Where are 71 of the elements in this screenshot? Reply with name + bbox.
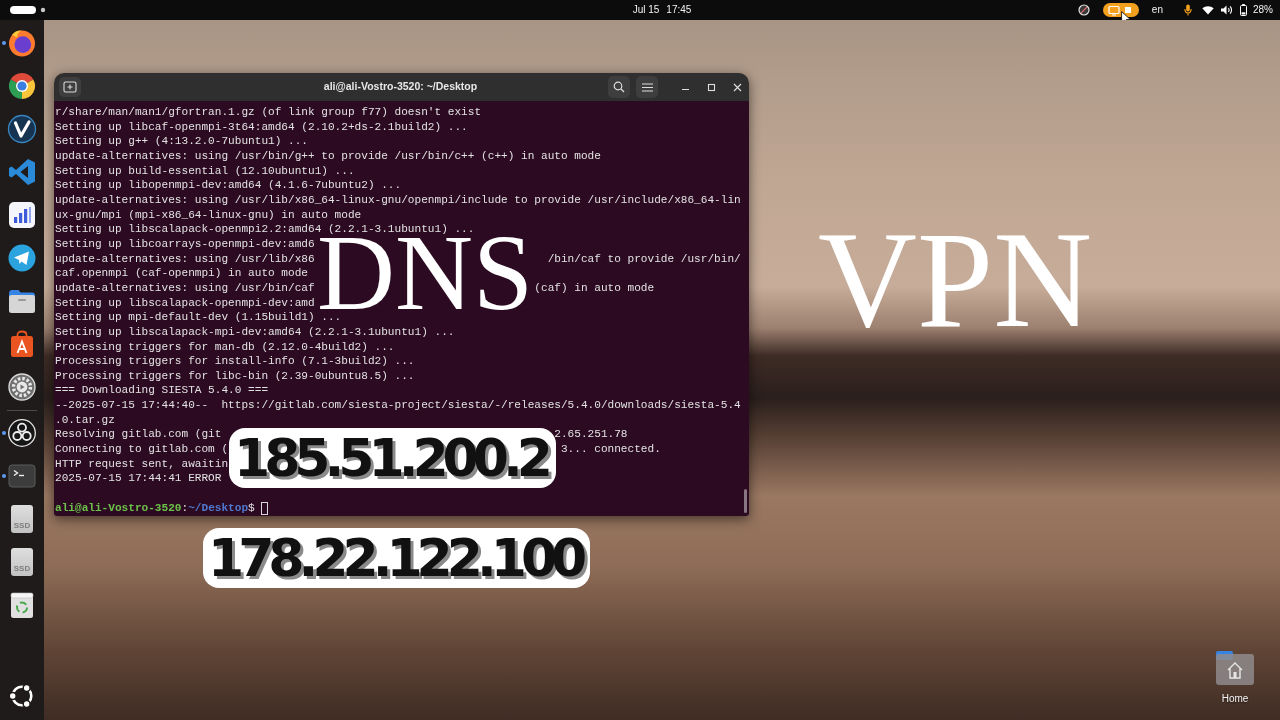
terminal-output-line: Processing triggers for install-info (7.1-3build2) ... xyxy=(55,354,415,369)
terminal-output-fragment: Resolving gitlab.com (git xyxy=(55,427,222,443)
terminal-output-line: Setting up libscalapack-openmpi2.2:amd64 (2.2.1-3.1ubuntu1) ... xyxy=(55,222,475,237)
terminal-output-fragment: update-alternatives: using /usr/bin/caf xyxy=(55,280,315,296)
desktop-icon-label[interactable]: Home xyxy=(1221,691,1249,706)
overlay-caption: 178.22.122.100 xyxy=(203,528,591,588)
overlay-caption: DNS xyxy=(317,238,534,309)
terminal-output-line: 2025-07-15 17:44:41 ERROR xyxy=(55,471,222,487)
terminal-output-line: r/share/man/man1/gfortran.1.gz (of link group f77) doesn't exist xyxy=(55,105,482,120)
new-tab-icon xyxy=(63,81,77,93)
maximize-icon[interactable] xyxy=(707,82,716,92)
volume-icon xyxy=(1221,5,1233,15)
prompt-path: ~/Desktop xyxy=(188,500,249,516)
terminal-output-fragment: 2.65.251.78 xyxy=(554,427,628,443)
microphone-icon[interactable] xyxy=(1184,4,1192,16)
input-source-button[interactable]: en xyxy=(1151,4,1163,16)
trash-icon[interactable] xyxy=(7,590,37,620)
terminal-output-line: === Downloading SIESTA 5.4.0 === xyxy=(55,383,269,399)
menu-icon xyxy=(641,82,653,92)
terminal-output-fragment: /bin/caf to provide /usr/bin/ xyxy=(547,251,741,267)
terminal-output-line: .0.tar.gz xyxy=(55,412,115,428)
code-editor-icon[interactable] xyxy=(7,157,37,187)
v-logo-icon[interactable] xyxy=(7,114,37,144)
terminal-output-fragment: update-alternatives: using /usr/lib/x86 xyxy=(55,251,315,267)
terminal-output-line: Setting up libcaf-openmpi-3t64:amd64 (2.10.2+ds-2.1build2) ... xyxy=(55,119,468,135)
prompt-separator: : xyxy=(181,500,189,516)
clock-button[interactable]: Jul 15 17:45 xyxy=(632,4,692,16)
new-tab-button[interactable] xyxy=(59,77,81,97)
window-title: ali@ali-Vostro-3520: ~/Desktop xyxy=(323,79,478,95)
paper-plane-icon[interactable] xyxy=(7,243,37,273)
terminal-output-line: caf.openmpi (caf-openmpi) in auto mode xyxy=(55,266,308,281)
status-ring-icon[interactable] xyxy=(1077,4,1090,16)
three-ring-logo-icon[interactable] xyxy=(7,418,37,448)
search-icon xyxy=(613,81,625,93)
scrollbar-thumb[interactable] xyxy=(744,489,747,513)
terminal-output-line: Setting up mpi-default-dev (1.15build1) ... xyxy=(55,310,342,325)
workspace-indicator-icon[interactable] xyxy=(10,6,46,14)
overlay-caption: VPN xyxy=(818,236,1093,326)
terminal-output-line: Setting up libcoarrays-openmpi-dev:amd6 xyxy=(55,236,315,252)
terminal-output-line: ux-gnu/mpi (mpi-x86_64-linux-gnu) in auto mode xyxy=(55,207,362,223)
terminal-output-line: --2025-07-15 17:44:40-- https://gitlab.com/siesta-project/siesta/-/releases/5.4.0/downloads/siesta-5.4 xyxy=(55,398,741,413)
terminal-output-line: Processing triggers for man-db (2.12.0-4build2) ... xyxy=(55,339,395,355)
search-button[interactable] xyxy=(608,76,630,98)
terminal-output-line: Setting up g++ (4:13.2.0-7ubuntu1) ... xyxy=(55,134,308,149)
terminal-output-line: Processing triggers for libc-bin (2.39-0ubuntu8.5) ... xyxy=(55,368,415,384)
close-icon[interactable] xyxy=(733,82,742,92)
terminal-output-line: Setting up libscalapack-mpi-dev:amd64 (2.2.1-3.1ubuntu1) ... xyxy=(55,324,455,340)
prompt-user-host: ali@ali-Vostro-3520 xyxy=(55,500,182,516)
terminal-output-fragment: Connecting to gitlab.com ( xyxy=(55,442,229,457)
menu-button[interactable] xyxy=(636,76,658,98)
terminal-output-line: update-alternatives: using /usr/lib/x86_64-linux-gnu/openmpi/include to provide /usr/include/x86_64-lin xyxy=(55,192,741,208)
settings-icon[interactable] xyxy=(7,372,37,402)
web-browser-icon[interactable] xyxy=(7,28,37,58)
terminal-output-line: Setting up build-essential (12.10ubuntu1) ... xyxy=(55,163,355,179)
home-folder-icon[interactable] xyxy=(1215,650,1255,686)
screencast-indicator-icon[interactable] xyxy=(1102,3,1139,17)
terminal-output-fragment: (caf) in auto mode xyxy=(534,280,655,296)
prompt-symbol: $ xyxy=(248,500,255,516)
web-browser-icon[interactable] xyxy=(7,71,37,101)
system-menu-button[interactable]: 28% xyxy=(1202,4,1273,16)
battery-icon xyxy=(1240,4,1247,16)
terminal-output-fragment: 3... connected. xyxy=(560,442,661,457)
bar-chart-icon[interactable] xyxy=(7,200,37,230)
wifi-icon xyxy=(1202,5,1214,15)
terminal-output-line: HTTP request sent, awaitin xyxy=(55,456,229,472)
text-cursor xyxy=(261,501,269,515)
terminal-output-line: Setting up libscalapack-openmpi-dev:amd xyxy=(55,295,315,311)
terminal-output-line: Setting up libopenmpi-dev:amd64 (4.1.6-7ubuntu2) ... xyxy=(55,178,402,193)
overlay-caption: 185.51.200.2 xyxy=(229,428,556,488)
terminal-icon[interactable] xyxy=(7,461,37,491)
terminal-output-line: update-alternatives: using /usr/bin/g++ to provide /usr/bin/c++ (c++) in auto mode xyxy=(55,148,601,164)
